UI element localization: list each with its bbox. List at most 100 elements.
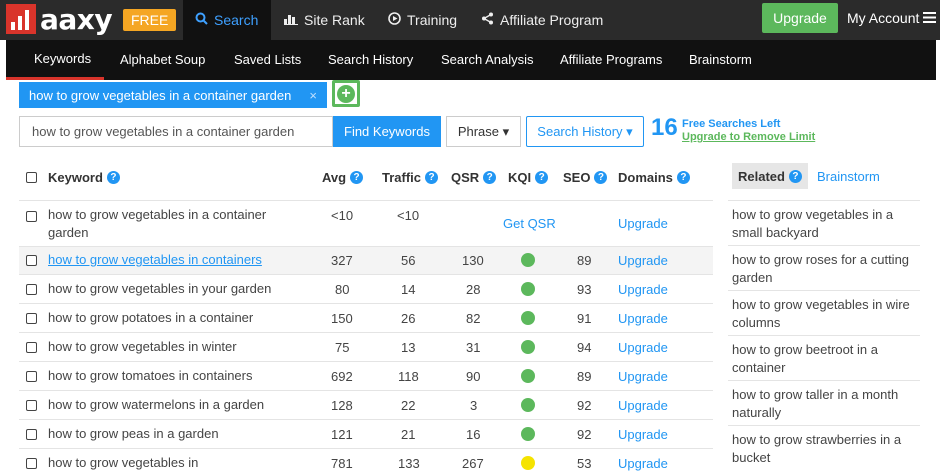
related-keyword-item[interactable]: how to grow roses for a cutting garden	[728, 245, 920, 290]
add-tag-button[interactable]: +	[332, 80, 360, 107]
help-icon[interactable]: ?	[535, 171, 549, 184]
subnav-alphabet-soup[interactable]: Alphabet Soup	[120, 40, 205, 78]
help-icon[interactable]: ?	[425, 171, 439, 184]
header-seo[interactable]: SEO?	[563, 170, 608, 185]
seo-cell: 89	[577, 369, 592, 384]
qsr-cell: 31	[466, 340, 481, 355]
traffic-cell: 118	[398, 369, 419, 384]
find-keywords-button[interactable]: Find Keywords	[333, 116, 441, 147]
keyword-search-input[interactable]	[19, 116, 333, 147]
row-checkbox[interactable]	[26, 400, 37, 411]
subnav-affiliate-programs[interactable]: Affiliate Programs	[560, 40, 662, 78]
close-icon[interactable]: ×	[309, 88, 317, 103]
row-checkbox[interactable]	[26, 342, 37, 353]
keyword-cell[interactable]: how to grow vegetables in containers	[48, 251, 262, 269]
related-keyword-item[interactable]: how to grow strawberries in a bucket	[728, 425, 920, 470]
search-history-dropdown[interactable]: Search History ▾	[526, 116, 644, 147]
phrase-dropdown[interactable]: Phrase ▾	[446, 116, 521, 147]
domains-upgrade-link[interactable]: Upgrade	[618, 253, 668, 268]
header-domains[interactable]: Domains?	[618, 170, 690, 185]
keyword-cell[interactable]: how to grow watermelons in a garden	[48, 396, 264, 414]
avg-cell: 75	[335, 340, 350, 355]
related-keyword-item[interactable]: how to grow vegetables in wire columns	[728, 290, 920, 335]
domains-upgrade-link[interactable]: Upgrade	[618, 216, 668, 231]
row-checkbox[interactable]	[26, 313, 37, 324]
help-icon[interactable]: ?	[483, 171, 497, 184]
header-kqi[interactable]: KQI?	[508, 170, 549, 185]
logo[interactable]: aaxy	[6, 3, 113, 36]
subnav-keywords[interactable]: Keywords	[6, 40, 104, 80]
row-checkbox[interactable]	[26, 429, 37, 440]
header-domains-label: Domains	[618, 170, 673, 185]
traffic-cell: 56	[401, 253, 416, 268]
qsr-cell: 3	[470, 398, 478, 413]
nav-training[interactable]: Training	[388, 0, 457, 40]
keyword-cell[interactable]: how to grow vegetables in a container ga…	[48, 206, 288, 242]
subnav-search-analysis[interactable]: Search Analysis	[441, 40, 534, 78]
help-icon[interactable]: ?	[788, 169, 802, 183]
nav-search[interactable]: Search	[183, 0, 271, 40]
tab-related[interactable]: Related?	[732, 163, 808, 189]
qsr-cell: 28	[466, 282, 481, 297]
row-checkbox[interactable]	[26, 255, 37, 266]
domains-upgrade-link[interactable]: Upgrade	[618, 456, 668, 471]
row-checkbox[interactable]	[26, 284, 37, 295]
qsr-cell: 267	[462, 456, 484, 471]
header-traffic-label: Traffic	[382, 170, 422, 185]
header-qsr-label: QSR	[451, 170, 480, 185]
domains-upgrade-link[interactable]: Upgrade	[618, 311, 668, 326]
help-icon[interactable]: ?	[676, 171, 690, 184]
get-qsr-link[interactable]: Get QSR	[503, 216, 556, 231]
my-account-menu[interactable]: My Account	[847, 0, 937, 36]
keyword-cell[interactable]: how to grow vegetables in your garden	[48, 280, 271, 298]
nav-site-rank[interactable]: Site Rank	[284, 0, 365, 40]
search-tag-chip[interactable]: how to grow vegetables in a container ga…	[19, 82, 327, 108]
traffic-cell: 13	[401, 340, 416, 355]
upgrade-button[interactable]: Upgrade	[762, 3, 838, 33]
help-icon[interactable]: ?	[594, 171, 608, 184]
table-row: how to grow potatoes in a container 150 …	[19, 303, 713, 332]
kqi-indicator	[521, 282, 535, 296]
tab-brainstorm[interactable]: Brainstorm	[817, 163, 880, 189]
keyword-cell[interactable]: how to grow vegetables in	[48, 454, 198, 472]
seo-cell: 53	[577, 456, 592, 471]
free-searches-label: Free Searches Left	[682, 118, 781, 130]
header-keyword[interactable]: Keyword?	[48, 170, 120, 185]
avg-cell: 781	[331, 456, 353, 471]
header-qsr[interactable]: QSR?	[451, 170, 497, 185]
seo-cell: 92	[577, 427, 592, 442]
keyword-cell[interactable]: how to grow vegetables in winter	[48, 338, 237, 356]
nav-affiliate-program[interactable]: Affiliate Program	[481, 0, 603, 40]
row-checkbox[interactable]	[26, 458, 37, 469]
keyword-cell[interactable]: how to grow peas in a garden	[48, 425, 219, 443]
bar-chart-icon	[284, 13, 298, 28]
select-all-checkbox[interactable]	[26, 172, 37, 183]
avg-cell: 327	[331, 253, 353, 268]
domains-upgrade-link[interactable]: Upgrade	[618, 369, 668, 384]
traffic-cell: 133	[398, 456, 420, 471]
traffic-cell: 26	[401, 311, 416, 326]
row-checkbox[interactable]	[26, 211, 37, 222]
subnav-search-history[interactable]: Search History	[328, 40, 413, 78]
traffic-cell: 14	[401, 282, 416, 297]
help-icon[interactable]: ?	[350, 171, 364, 184]
domains-upgrade-link[interactable]: Upgrade	[618, 427, 668, 442]
domains-upgrade-link[interactable]: Upgrade	[618, 398, 668, 413]
keyword-cell[interactable]: how to grow potatoes in a container	[48, 309, 253, 327]
header-avg[interactable]: Avg?	[322, 170, 364, 185]
subnav-saved-lists[interactable]: Saved Lists	[234, 40, 301, 78]
table-row: how to grow vegetables in 781 133 267 53…	[19, 448, 713, 474]
row-checkbox[interactable]	[26, 371, 37, 382]
domains-upgrade-link[interactable]: Upgrade	[618, 340, 668, 355]
kqi-indicator	[521, 427, 535, 441]
related-keyword-item[interactable]: how to grow beetroot in a container	[728, 335, 920, 380]
header-traffic[interactable]: Traffic?	[382, 170, 439, 185]
my-account-label: My Account	[847, 10, 920, 26]
subnav-brainstorm[interactable]: Brainstorm	[689, 40, 752, 78]
keyword-cell[interactable]: how to grow tomatoes in containers	[48, 367, 253, 385]
help-icon[interactable]: ?	[106, 171, 120, 184]
related-keyword-item[interactable]: how to grow taller in a month naturally	[728, 380, 920, 425]
domains-upgrade-link[interactable]: Upgrade	[618, 282, 668, 297]
upgrade-remove-limit-link[interactable]: Upgrade to Remove Limit	[682, 131, 815, 143]
related-keyword-item[interactable]: how to grow vegetables in a small backya…	[728, 200, 920, 245]
